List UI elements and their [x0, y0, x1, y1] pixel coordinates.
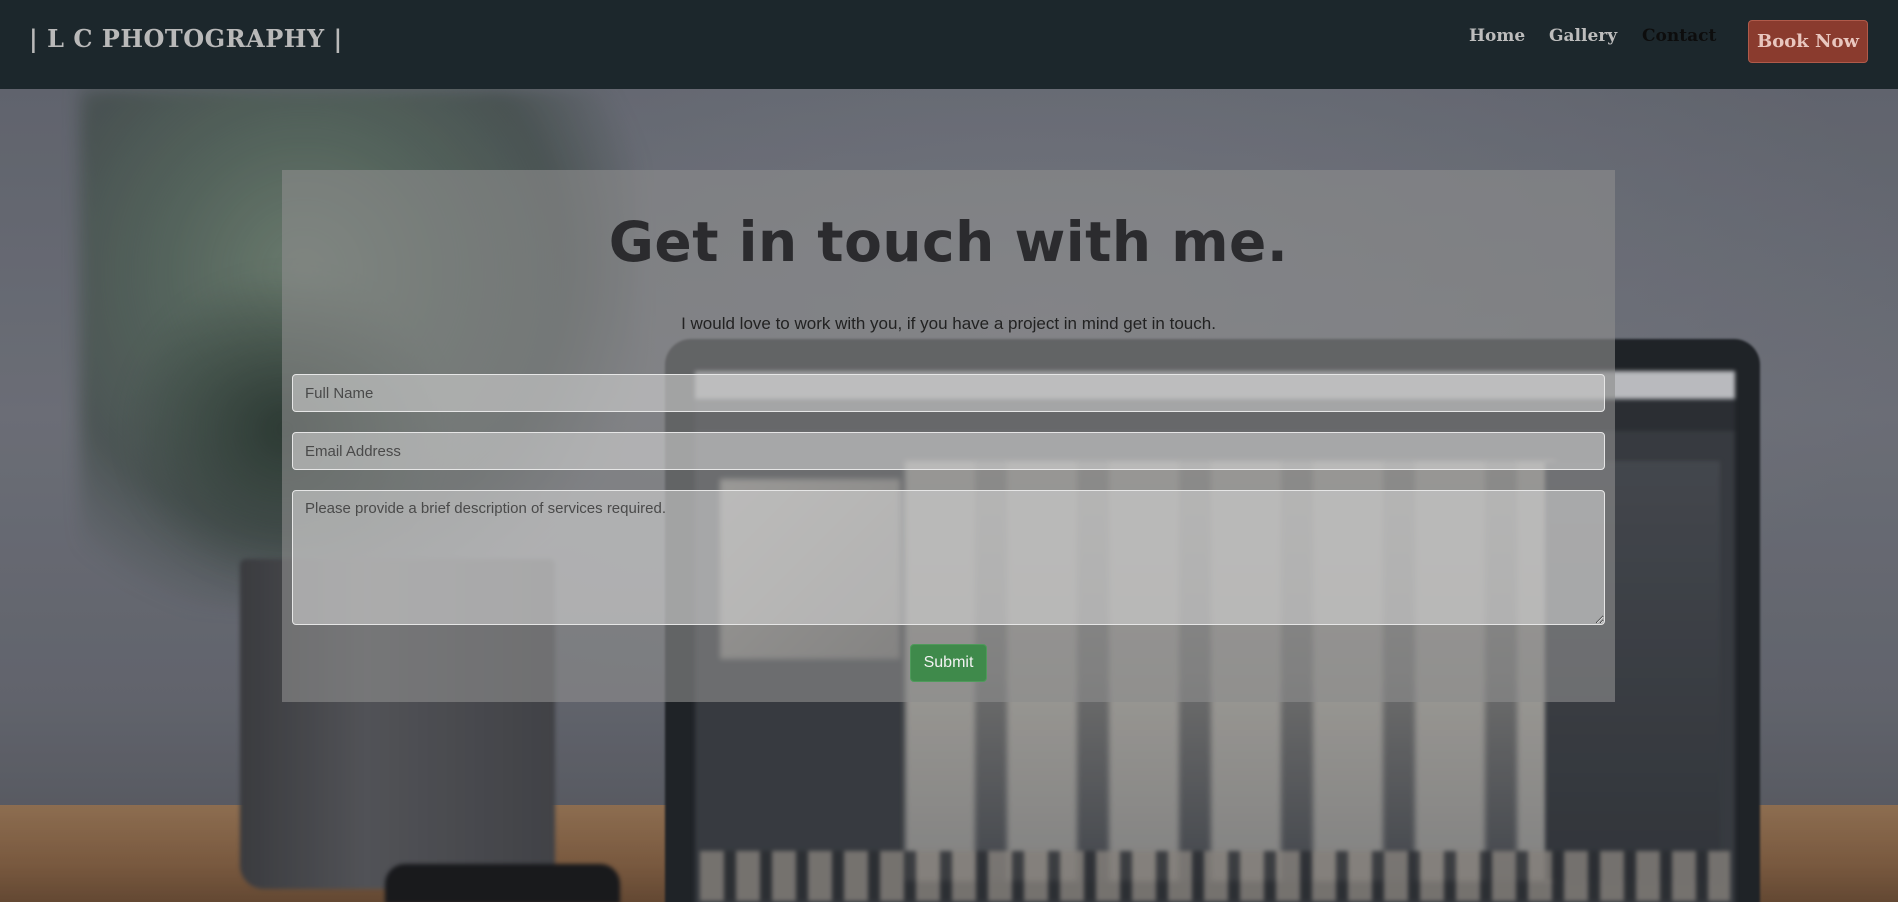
contact-subtitle: I would love to work with you, if you ha…	[681, 314, 1216, 333]
nav-link-home[interactable]: Home	[1469, 26, 1525, 46]
book-now-button[interactable]: Book Now	[1748, 20, 1868, 63]
message-textarea[interactable]	[292, 490, 1605, 625]
contact-panel: Get in touch with me. I would love to wo…	[282, 170, 1615, 702]
submit-button[interactable]: Submit	[910, 644, 987, 682]
nav-link-gallery[interactable]: Gallery	[1549, 26, 1617, 46]
nav-link-contact[interactable]: Contact	[1642, 26, 1716, 46]
contact-title: Get in touch with me.	[608, 210, 1289, 274]
brand-logo[interactable]: | L C PHOTOGRAPHY |	[29, 24, 343, 53]
navbar: | L C PHOTOGRAPHY | Home Gallery Contact…	[0, 0, 1898, 89]
full-name-input[interactable]	[292, 374, 1605, 412]
email-input[interactable]	[292, 432, 1605, 470]
